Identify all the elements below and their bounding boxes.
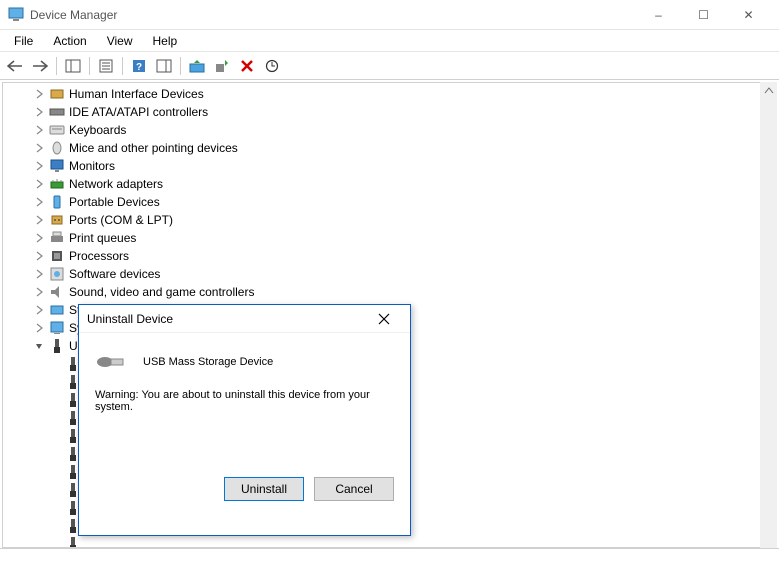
tree-item-label: IDE ATA/ATAPI controllers <box>69 105 208 119</box>
menubar: File Action View Help <box>0 30 779 52</box>
cancel-button[interactable]: Cancel <box>314 477 394 501</box>
tree-item-label: Sound, video and game controllers <box>69 285 254 299</box>
statusbar <box>0 548 779 570</box>
usb-icon <box>49 338 65 354</box>
port-icon <box>49 212 65 228</box>
update-driver-button[interactable] <box>186 55 208 77</box>
menu-file[interactable]: File <box>4 32 43 50</box>
expand-arrow-icon[interactable] <box>33 88 45 100</box>
usb-icon <box>65 536 81 548</box>
cpu-icon <box>49 248 65 264</box>
expand-arrow-icon[interactable] <box>33 124 45 136</box>
uninstall-button[interactable]: Uninstall <box>224 477 304 501</box>
tree-item[interactable]: Keyboards <box>5 121 774 139</box>
monitor-icon <box>49 158 65 174</box>
action-pane-button[interactable] <box>153 55 175 77</box>
net-icon <box>49 176 65 192</box>
expand-arrow-icon[interactable] <box>33 214 45 226</box>
tree-item[interactable]: Mice and other pointing devices <box>5 139 774 157</box>
show-hide-console-tree-button[interactable] <box>62 55 84 77</box>
sound-icon <box>49 284 65 300</box>
tree-item-label: Monitors <box>69 159 115 173</box>
expand-arrow-icon[interactable] <box>33 232 45 244</box>
dialog-body: USB Mass Storage Device Warning: You are… <box>79 333 410 477</box>
system-icon <box>49 320 65 336</box>
expand-arrow-icon[interactable] <box>33 106 45 118</box>
separator <box>56 57 57 75</box>
software-icon <box>49 266 65 282</box>
tree-item-label: Network adapters <box>69 177 163 191</box>
printer-icon <box>49 230 65 246</box>
titlebar: Device Manager – ☐ ✕ <box>0 0 779 30</box>
help-button[interactable]: ? <box>128 55 150 77</box>
expand-arrow-icon[interactable] <box>33 142 45 154</box>
uninstall-device-button[interactable] <box>236 55 258 77</box>
window-title: Device Manager <box>30 8 636 22</box>
expand-arrow-icon[interactable] <box>33 304 45 316</box>
tree-item[interactable]: IDE ATA/ATAPI controllers <box>5 103 774 121</box>
expand-arrow-icon[interactable] <box>33 340 45 352</box>
hid-icon <box>49 86 65 102</box>
tree-item[interactable]: Sound, video and game controllers <box>5 283 774 301</box>
tree-item-label: Software devices <box>69 267 160 281</box>
tree-item-label: Keyboards <box>69 123 126 137</box>
dialog-buttons: Uninstall Cancel <box>79 477 410 515</box>
scroll-up-icon[interactable] <box>764 82 774 99</box>
tree-item[interactable]: Portable Devices <box>5 193 774 211</box>
forward-button[interactable] <box>29 55 51 77</box>
dialog-titlebar: Uninstall Device <box>79 305 410 333</box>
expand-arrow-icon[interactable] <box>33 178 45 190</box>
dialog-close-button[interactable] <box>378 313 402 325</box>
maximize-button[interactable]: ☐ <box>681 1 726 29</box>
separator <box>180 57 181 75</box>
expand-arrow-icon[interactable] <box>33 322 45 334</box>
menu-action[interactable]: Action <box>43 32 96 50</box>
separator <box>122 57 123 75</box>
expand-arrow-icon[interactable] <box>33 268 45 280</box>
tree-item[interactable]: Network adapters <box>5 175 774 193</box>
expand-arrow-icon[interactable] <box>33 196 45 208</box>
tree-item[interactable]: Monitors <box>5 157 774 175</box>
ide-icon <box>49 104 65 120</box>
expand-arrow-icon[interactable] <box>33 160 45 172</box>
uninstall-dialog: Uninstall Device USB Mass Storage Device… <box>78 304 411 536</box>
window-controls: – ☐ ✕ <box>636 1 771 29</box>
tree-item[interactable]: Ports (COM & LPT) <box>5 211 774 229</box>
portable-icon <box>49 194 65 210</box>
tree-item[interactable]: Processors <box>5 247 774 265</box>
close-button[interactable]: ✕ <box>726 1 771 29</box>
mouse-icon <box>49 140 65 156</box>
storage-icon <box>49 302 65 318</box>
tree-item-label: Print queues <box>69 231 136 245</box>
tree-item[interactable]: Print queues <box>5 229 774 247</box>
keyboard-icon <box>49 122 65 138</box>
device-row: USB Mass Storage Device <box>95 353 394 371</box>
tree-item[interactable] <box>5 535 774 548</box>
tree-item-label: Ports (COM & LPT) <box>69 213 173 227</box>
device-name-label: USB Mass Storage Device <box>143 356 273 368</box>
toolbar: ? <box>0 52 779 80</box>
tree-item-label: Mice and other pointing devices <box>69 141 238 155</box>
tree-item-label: Human Interface Devices <box>69 87 204 101</box>
tree-item-label: Portable Devices <box>69 195 160 209</box>
tree-item-label: Processors <box>69 249 129 263</box>
scan-hardware-button[interactable] <box>261 55 283 77</box>
menu-view[interactable]: View <box>97 32 143 50</box>
usb-device-icon <box>95 353 127 371</box>
tree-item[interactable]: Human Interface Devices <box>5 85 774 103</box>
expand-arrow-icon[interactable] <box>33 250 45 262</box>
tree-item[interactable]: Software devices <box>5 265 774 283</box>
warning-text: Warning: You are about to uninstall this… <box>95 389 394 413</box>
scrollbar[interactable] <box>760 82 777 548</box>
dialog-title: Uninstall Device <box>87 312 378 326</box>
properties-button[interactable] <box>95 55 117 77</box>
menu-help[interactable]: Help <box>143 32 188 50</box>
separator <box>89 57 90 75</box>
svg-text:?: ? <box>136 62 142 73</box>
device-manager-icon <box>8 7 24 23</box>
back-button[interactable] <box>4 55 26 77</box>
minimize-button[interactable]: – <box>636 1 681 29</box>
enable-device-button[interactable] <box>211 55 233 77</box>
expand-arrow-icon[interactable] <box>33 286 45 298</box>
